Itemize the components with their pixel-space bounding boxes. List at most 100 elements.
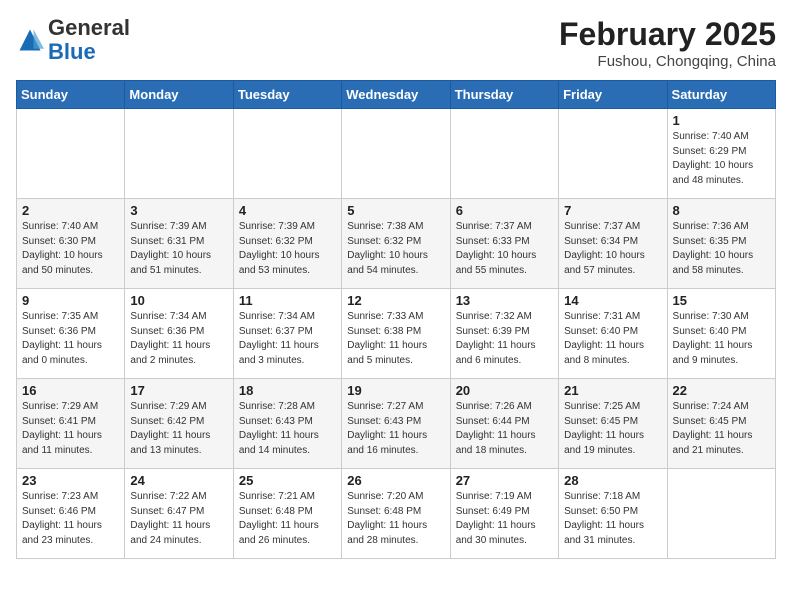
day-info: Sunrise: 7:29 AM Sunset: 6:41 PM Dayligh…	[22, 400, 119, 458]
day-number: 17	[130, 383, 227, 398]
day-number: 4	[239, 203, 336, 218]
calendar-cell: 9 Sunrise: 7:35 AM Sunset: 6:36 PM Daylig…	[17, 289, 125, 379]
day-info: Sunrise: 7:28 AM Sunset: 6:43 PM Dayligh…	[239, 400, 336, 458]
calendar-cell: 8 Sunrise: 7:36 AM Sunset: 6:35 PM Daylig…	[667, 199, 775, 289]
day-info: Sunrise: 7:34 AM Sunset: 6:37 PM Dayligh…	[239, 310, 336, 368]
calendar-cell	[233, 109, 341, 199]
day-info: Sunrise: 7:20 AM Sunset: 6:48 PM Dayligh…	[347, 490, 444, 548]
calendar-cell: 4 Sunrise: 7:39 AM Sunset: 6:32 PM Daylig…	[233, 199, 341, 289]
day-number: 12	[347, 293, 444, 308]
weekday-header-thursday: Thursday	[450, 81, 558, 109]
weekday-header-friday: Friday	[559, 81, 667, 109]
day-info: Sunrise: 7:26 AM Sunset: 6:44 PM Dayligh…	[456, 400, 553, 458]
day-number: 22	[673, 383, 770, 398]
logo-icon	[16, 26, 44, 54]
calendar-cell	[450, 109, 558, 199]
calendar-cell	[667, 469, 775, 559]
day-info: Sunrise: 7:18 AM Sunset: 6:50 PM Dayligh…	[564, 490, 661, 548]
calendar-cell: 20Sunrise: 7:26 AM Sunset: 6:44 PM Dayli…	[450, 379, 558, 469]
day-number: 25	[239, 473, 336, 488]
day-number: 7	[564, 203, 661, 218]
day-number: 1	[673, 113, 770, 128]
calendar-cell: 10 Sunrise: 7:34 AM Sunset: 6:36 PM Dayli…	[125, 289, 233, 379]
calendar-cell	[17, 109, 125, 199]
calendar-cell: 14 Sunrise: 7:31 AM Sunset: 6:40 PM Dayli…	[559, 289, 667, 379]
day-number: 19	[347, 383, 444, 398]
week-row-1: 1 Sunrise: 7:40 AM Sunset: 6:29 PM Daylig…	[17, 109, 776, 199]
calendar-cell: 5 Sunrise: 7:38 AM Sunset: 6:32 PM Daylig…	[342, 199, 450, 289]
weekday-header-wednesday: Wednesday	[342, 81, 450, 109]
day-number: 23	[22, 473, 119, 488]
calendar-cell	[342, 109, 450, 199]
day-info: Sunrise: 7:32 AM Sunset: 6:39 PM Dayligh…	[456, 310, 553, 368]
day-info: Sunrise: 7:31 AM Sunset: 6:40 PM Dayligh…	[564, 310, 661, 368]
calendar-cell: 22 Sunrise: 7:24 AM Sunset: 6:45 PM Dayli…	[667, 379, 775, 469]
week-row-2: 2Sunrise: 7:40 AM Sunset: 6:30 PM Daylig…	[17, 199, 776, 289]
month-year-title: February 2025	[559, 16, 776, 53]
calendar-cell: 24 Sunrise: 7:22 AM Sunset: 6:47 PM Dayli…	[125, 469, 233, 559]
day-info: Sunrise: 7:36 AM Sunset: 6:35 PM Dayligh…	[673, 220, 770, 278]
calendar-cell: 25Sunrise: 7:21 AM Sunset: 6:48 PM Dayli…	[233, 469, 341, 559]
day-info: Sunrise: 7:34 AM Sunset: 6:36 PM Dayligh…	[130, 310, 227, 368]
day-info: Sunrise: 7:25 AM Sunset: 6:45 PM Dayligh…	[564, 400, 661, 458]
weekday-header-tuesday: Tuesday	[233, 81, 341, 109]
calendar-cell: 26 Sunrise: 7:20 AM Sunset: 6:48 PM Dayli…	[342, 469, 450, 559]
day-number: 24	[130, 473, 227, 488]
day-number: 16	[22, 383, 119, 398]
day-number: 10	[130, 293, 227, 308]
day-info: Sunrise: 7:22 AM Sunset: 6:47 PM Dayligh…	[130, 490, 227, 548]
calendar-cell: 15 Sunrise: 7:30 AM Sunset: 6:40 PM Dayli…	[667, 289, 775, 379]
week-row-5: 23 Sunrise: 7:23 AM Sunset: 6:46 PM Dayli…	[17, 469, 776, 559]
day-number: 26	[347, 473, 444, 488]
day-info: Sunrise: 7:30 AM Sunset: 6:40 PM Dayligh…	[673, 310, 770, 368]
title-block: February 2025 Fushou, Chongqing, China	[559, 16, 776, 70]
weekday-header-sunday: Sunday	[17, 81, 125, 109]
day-info: Sunrise: 7:39 AM Sunset: 6:32 PM Dayligh…	[239, 220, 336, 278]
location-subtitle: Fushou, Chongqing, China	[559, 53, 776, 70]
week-row-3: 9 Sunrise: 7:35 AM Sunset: 6:36 PM Daylig…	[17, 289, 776, 379]
calendar-cell: 28 Sunrise: 7:18 AM Sunset: 6:50 PM Dayli…	[559, 469, 667, 559]
day-info: Sunrise: 7:24 AM Sunset: 6:45 PM Dayligh…	[673, 400, 770, 458]
day-number: 15	[673, 293, 770, 308]
calendar-cell: 18 Sunrise: 7:28 AM Sunset: 6:43 PM Dayli…	[233, 379, 341, 469]
day-number: 6	[456, 203, 553, 218]
day-number: 18	[239, 383, 336, 398]
calendar-cell: 21 Sunrise: 7:25 AM Sunset: 6:45 PM Dayli…	[559, 379, 667, 469]
day-info: Sunrise: 7:37 AM Sunset: 6:34 PM Dayligh…	[564, 220, 661, 278]
page-header: General Blue February 2025 Fushou, Chong…	[16, 16, 776, 70]
day-info: Sunrise: 7:19 AM Sunset: 6:49 PM Dayligh…	[456, 490, 553, 548]
day-info: Sunrise: 7:37 AM Sunset: 6:33 PM Dayligh…	[456, 220, 553, 278]
calendar-cell: 11 Sunrise: 7:34 AM Sunset: 6:37 PM Dayli…	[233, 289, 341, 379]
day-number: 27	[456, 473, 553, 488]
day-info: Sunrise: 7:40 AM Sunset: 6:30 PM Dayligh…	[22, 220, 119, 278]
day-info: Sunrise: 7:27 AM Sunset: 6:43 PM Dayligh…	[347, 400, 444, 458]
day-info: Sunrise: 7:23 AM Sunset: 6:46 PM Dayligh…	[22, 490, 119, 548]
day-number: 14	[564, 293, 661, 308]
calendar-table: SundayMondayTuesdayWednesdayThursdayFrid…	[16, 80, 776, 559]
calendar-cell: 16 Sunrise: 7:29 AM Sunset: 6:41 PM Dayli…	[17, 379, 125, 469]
day-info: Sunrise: 7:35 AM Sunset: 6:36 PM Dayligh…	[22, 310, 119, 368]
calendar-cell: 27 Sunrise: 7:19 AM Sunset: 6:49 PM Dayli…	[450, 469, 558, 559]
day-number: 11	[239, 293, 336, 308]
day-number: 8	[673, 203, 770, 218]
day-info: Sunrise: 7:38 AM Sunset: 6:32 PM Dayligh…	[347, 220, 444, 278]
day-info: Sunrise: 7:40 AM Sunset: 6:29 PM Dayligh…	[673, 130, 770, 188]
weekday-header-monday: Monday	[125, 81, 233, 109]
calendar-cell: 23 Sunrise: 7:23 AM Sunset: 6:46 PM Dayli…	[17, 469, 125, 559]
calendar-cell: 13Sunrise: 7:32 AM Sunset: 6:39 PM Dayli…	[450, 289, 558, 379]
week-row-4: 16 Sunrise: 7:29 AM Sunset: 6:41 PM Dayli…	[17, 379, 776, 469]
calendar-cell: 12 Sunrise: 7:33 AM Sunset: 6:38 PM Dayli…	[342, 289, 450, 379]
day-number: 5	[347, 203, 444, 218]
weekday-header-saturday: Saturday	[667, 81, 775, 109]
day-info: Sunrise: 7:33 AM Sunset: 6:38 PM Dayligh…	[347, 310, 444, 368]
day-number: 28	[564, 473, 661, 488]
day-number: 9	[22, 293, 119, 308]
calendar-cell: 19 Sunrise: 7:27 AM Sunset: 6:43 PM Dayli…	[342, 379, 450, 469]
calendar-cell: 3Sunrise: 7:39 AM Sunset: 6:31 PM Daylig…	[125, 199, 233, 289]
day-info: Sunrise: 7:29 AM Sunset: 6:42 PM Dayligh…	[130, 400, 227, 458]
logo: General Blue	[16, 16, 130, 64]
weekday-header-row: SundayMondayTuesdayWednesdayThursdayFrid…	[17, 81, 776, 109]
day-number: 3	[130, 203, 227, 218]
calendar-cell	[125, 109, 233, 199]
day-number: 21	[564, 383, 661, 398]
